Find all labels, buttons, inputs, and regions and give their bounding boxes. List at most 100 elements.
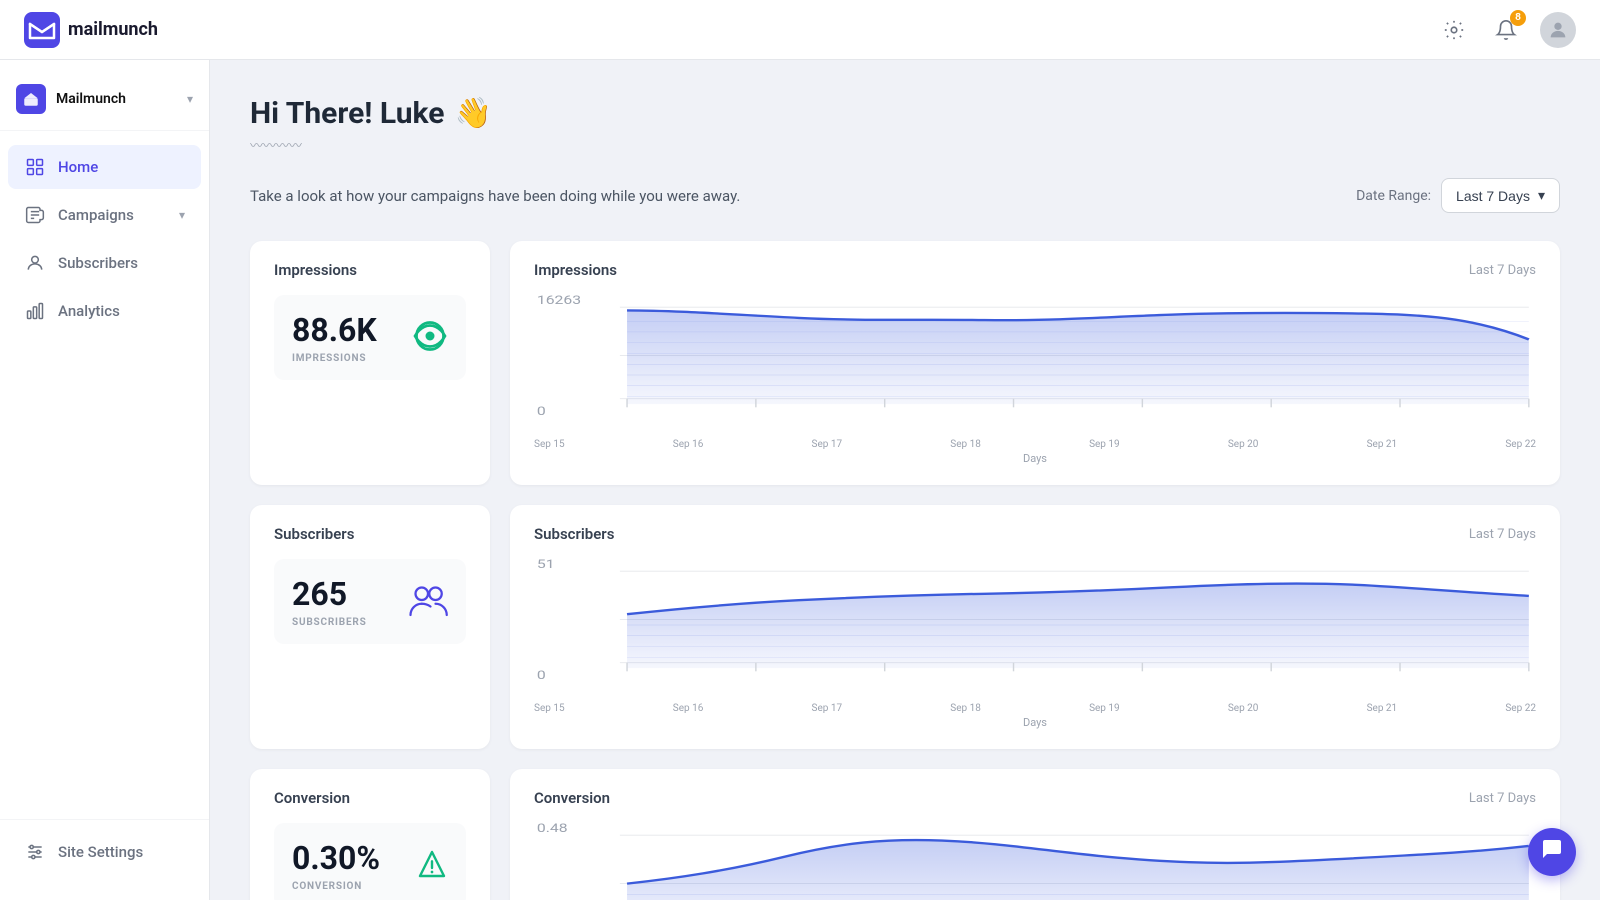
conversion-unit: CONVERSION (292, 881, 380, 892)
conversion-row: Conversion 0.30% CONVERSION (250, 769, 1560, 900)
svg-text:0: 0 (537, 405, 546, 419)
x-label-3: Sep 18 (950, 439, 981, 450)
x-label-0: Sep 15 (534, 439, 565, 450)
subscribers-chart: 51 0 (534, 555, 1536, 695)
sub-x-label-6: Sep 21 (1367, 703, 1398, 714)
greeting-row: Hi There! Luke 👋 (250, 96, 1560, 131)
date-range-label: Date Range: (1356, 188, 1431, 204)
sidebar-subscribers-label: Subscribers (58, 254, 185, 272)
conversion-stat-card: Conversion 0.30% CONVERSION (250, 769, 490, 900)
org-logo (22, 90, 40, 108)
sidebar-spacer (0, 335, 209, 819)
chat-button[interactable] (1528, 828, 1576, 876)
x-label-4: Sep 19 (1089, 439, 1120, 450)
x-label-1: Sep 16 (673, 439, 704, 450)
date-range-select[interactable]: Last 7 Days ▾ (1441, 178, 1560, 213)
topnav-actions: 8 (1436, 12, 1576, 48)
campaigns-chevron-icon: ▾ (179, 208, 185, 222)
subtitle-wave: 〰〰〰〰 (250, 135, 1560, 154)
subscribers-stat-inner: 265 SUBSCRIBERS (274, 559, 466, 644)
org-icon (16, 84, 46, 114)
sidebar-site-settings-label: Site Settings (58, 843, 185, 861)
settings-icon-button[interactable] (1436, 12, 1472, 48)
subscribers-chart-header: Subscribers Last 7 Days (534, 525, 1536, 543)
impressions-chart-header: Impressions Last 7 Days (534, 261, 1536, 279)
sidebar-item-site-settings[interactable]: Site Settings (8, 830, 201, 874)
subtitle-row: Take a look at how your campaigns have b… (250, 178, 1560, 213)
subscribers-value: 265 (292, 575, 367, 613)
svg-text:16263: 16263 (537, 294, 581, 308)
conversion-chart-range: Last 7 Days (1469, 791, 1536, 806)
impressions-value: 88.6K (292, 311, 377, 349)
impressions-stat-inner: 88.6K IMPRESSIONS (274, 295, 466, 380)
subscribers-chart-title: Subscribers (534, 525, 614, 543)
logo[interactable]: mailmunch (24, 12, 158, 48)
impressions-unit: IMPRESSIONS (292, 353, 377, 364)
conversion-stat-inner: 0.30% CONVERSION (274, 823, 466, 900)
subscribers-row: Subscribers 265 SUBSCRIBERS (250, 505, 1560, 749)
subscribers-chart-card: Subscribers Last 7 Days 51 0 (510, 505, 1560, 749)
sub-x-label-4: Sep 19 (1089, 703, 1120, 714)
sub-x-label-1: Sep 16 (673, 703, 704, 714)
impressions-chart-card: Impressions Last 7 Days 16263 0 (510, 241, 1560, 485)
sidebar: Mailmunch ▾ Home (0, 60, 210, 900)
date-range-chevron-icon: ▾ (1538, 187, 1545, 204)
svg-text:0: 0 (537, 669, 546, 683)
impressions-row: Impressions 88.6K IMPRESSIONS (250, 241, 1560, 485)
org-name: Mailmunch (56, 91, 177, 107)
sub-x-label-2: Sep 17 (812, 703, 843, 714)
page-header: Hi There! Luke 👋 〰〰〰〰 (250, 96, 1560, 154)
main-layout: Mailmunch ▾ Home (0, 60, 1600, 900)
x-label-6: Sep 21 (1367, 439, 1398, 450)
sidebar-item-home[interactable]: Home (8, 145, 201, 189)
sidebar-org[interactable]: Mailmunch ▾ (0, 76, 209, 130)
impressions-chart-title: Impressions (534, 261, 617, 279)
sidebar-bottom: Site Settings (0, 819, 209, 884)
sidebar-item-campaigns[interactable]: Campaigns ▾ (8, 193, 201, 237)
subscribers-card-title: Subscribers (274, 525, 466, 543)
campaigns-icon (24, 205, 46, 225)
home-icon (24, 157, 46, 177)
site-settings-icon (24, 842, 46, 862)
svg-text:51: 51 (537, 558, 555, 572)
subscribers-icon (24, 253, 46, 273)
impressions-days-label: Days (534, 452, 1536, 465)
top-navigation: mailmunch 8 (0, 0, 1600, 60)
impressions-icon (412, 318, 448, 358)
subscribers-chart-range: Last 7 Days (1469, 527, 1536, 542)
sidebar-analytics-label: Analytics (58, 302, 185, 320)
greeting-text: Hi There! Luke (250, 96, 444, 131)
sidebar-home-label: Home (58, 158, 185, 176)
wave-emoji: 👋 (454, 96, 491, 131)
impressions-card-title: Impressions (274, 261, 466, 279)
sub-x-label-5: Sep 20 (1228, 703, 1259, 714)
stats-grid: Impressions 88.6K IMPRESSIONS (250, 241, 1560, 900)
conversion-value: 0.30% (292, 839, 380, 877)
impressions-chart-range: Last 7 Days (1469, 263, 1536, 278)
sub-x-label-3: Sep 18 (950, 703, 981, 714)
sidebar-item-subscribers[interactable]: Subscribers (8, 241, 201, 285)
notification-badge: 8 (1510, 10, 1526, 26)
subscribers-x-labels: Sep 15 Sep 16 Sep 17 Sep 18 Sep 19 Sep 2… (534, 703, 1536, 714)
impressions-chart: 16263 0 (534, 291, 1536, 431)
subscribers-days-label: Days (534, 716, 1536, 729)
analytics-icon (24, 301, 46, 321)
impressions-stat-card: Impressions 88.6K IMPRESSIONS (250, 241, 490, 485)
x-label-7: Sep 22 (1505, 439, 1536, 450)
sub-x-label-0: Sep 15 (534, 703, 565, 714)
sidebar-item-analytics[interactable]: Analytics (8, 289, 201, 333)
notification-button[interactable]: 8 (1488, 12, 1524, 48)
sidebar-campaigns-label: Campaigns (58, 206, 167, 224)
impressions-x-labels: Sep 15 Sep 16 Sep 17 Sep 18 Sep 19 Sep 2… (534, 439, 1536, 450)
conversion-chart-title: Conversion (534, 789, 610, 807)
avatar[interactable] (1540, 12, 1576, 48)
chat-icon (1540, 837, 1564, 867)
org-chevron-icon: ▾ (187, 92, 193, 106)
subscribers-stat-card: Subscribers 265 SUBSCRIBERS (250, 505, 490, 749)
main-content: Hi There! Luke 👋 〰〰〰〰 Take a look at how… (210, 60, 1600, 900)
svg-text:0.48: 0.48 (537, 822, 568, 836)
avatar-icon (1547, 19, 1569, 41)
subtitle-text: Take a look at how your campaigns have b… (250, 187, 740, 205)
settings-icon (1443, 19, 1465, 41)
subscribers-icon (408, 582, 448, 622)
